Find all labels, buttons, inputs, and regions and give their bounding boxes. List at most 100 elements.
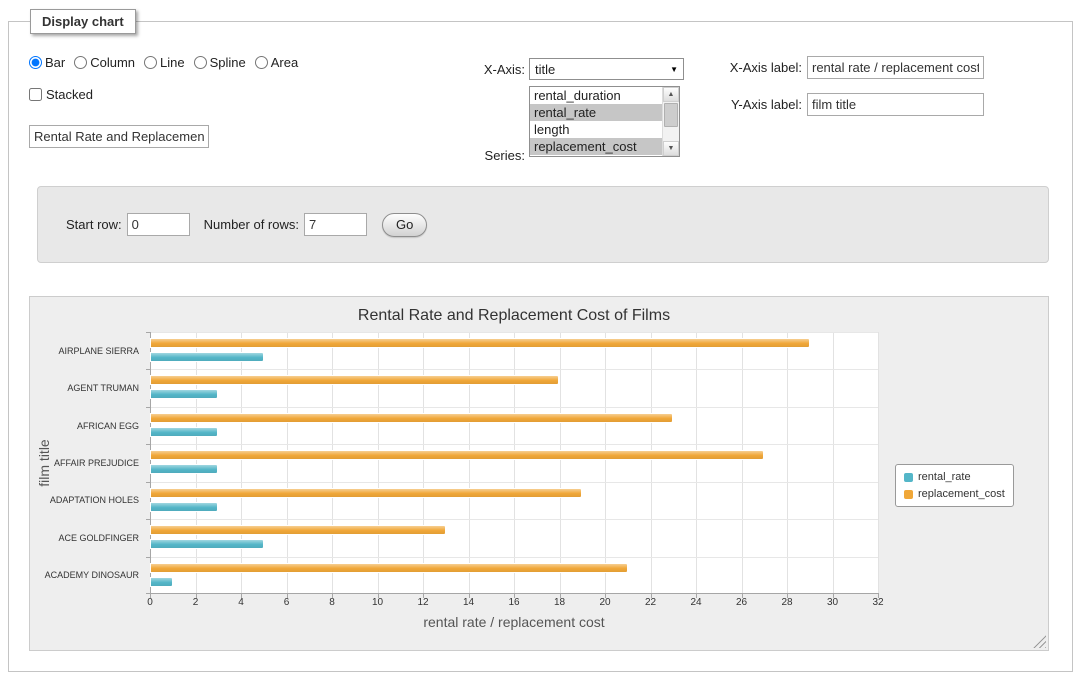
gridline-vertical [241,332,242,594]
x-tick-label: 28 [781,597,792,608]
go-button[interactable]: Go [382,213,427,237]
x-axis-label-label: X-Axis label: [649,56,802,79]
legend-swatch [904,473,913,482]
start-row-input[interactable] [127,213,190,236]
chart-type-label: Spline [210,55,246,70]
band-line [150,482,878,483]
plot-area [150,332,878,594]
legend-label: rental_rate [918,471,971,483]
bar-replacement_cost [150,450,764,460]
x-tick-label: 20 [599,597,610,608]
chart-type-radio-area[interactable] [255,56,268,69]
chart-panel: Rental Rate and Replacement Cost of Film… [29,296,1049,651]
display-chart-fieldset: Display chart BarColumnLineSplineArea St… [8,21,1073,672]
x-axis-title: rental rate / replacement cost [150,614,878,630]
num-rows-input[interactable] [304,213,367,236]
x-tick-label: 2 [193,597,199,608]
chart-type-label: Area [271,55,298,70]
bar-rental_rate [150,352,264,362]
gridline-vertical [878,332,879,594]
chart-type-radio-line[interactable] [144,56,157,69]
gridline-vertical [514,332,515,594]
chart-type-radio-bar[interactable] [29,56,42,69]
series-option-length[interactable]: length [530,121,662,138]
category-label: ACADEMY DINOSAUR [45,568,139,582]
gridline-vertical [423,332,424,594]
y-axis-line [150,332,151,594]
x-tick-label: 24 [690,597,701,608]
x-tick-label: 0 [147,597,153,608]
series-option-rental_rate[interactable]: rental_rate [530,104,662,121]
bar-replacement_cost [150,525,446,535]
legend-label: replacement_cost [918,488,1005,500]
x-tick-labels: 02468101214161820222426283032 [150,597,878,611]
gridline-vertical [651,332,652,594]
x-axis-select-value: title [530,62,555,77]
chart-type-label: Line [160,55,185,70]
bar-rental_rate [150,539,264,549]
band-line [150,332,878,333]
x-tick-label: 32 [872,597,883,608]
start-row-label: Start row: [66,217,122,232]
chart-type-radio-column[interactable] [74,56,87,69]
legend-swatch [904,490,913,499]
chart-type-option-area[interactable]: Area [255,55,298,70]
gridline-vertical [787,332,788,594]
stacked-label: Stacked [46,87,93,102]
stacked-checkbox[interactable] [29,88,42,101]
gridline-vertical [287,332,288,594]
bar-rental_rate [150,577,173,587]
bar-rental_rate [150,502,218,512]
rows-panel: Start row: Number of rows: Go [37,186,1049,263]
chart-type-option-bar[interactable]: Bar [29,55,65,70]
x-tick-label: 12 [417,597,428,608]
y-axis-label-label: Y-Axis label: [649,93,802,116]
x-axis-label-input[interactable] [807,56,984,79]
fieldset-legend: Display chart [30,9,136,34]
chart-type-group: Bar Column Line Spline Area [29,55,298,70]
bar-replacement_cost [150,563,628,573]
chart-type-option-line[interactable]: Line [144,55,185,70]
bar-replacement_cost [150,413,673,423]
gridline-vertical [605,332,606,594]
x-tick-label: 14 [463,597,474,608]
gridline-vertical [196,332,197,594]
resize-handle-icon[interactable] [1033,635,1046,648]
gridline-vertical [833,332,834,594]
series-option-replacement_cost[interactable]: replacement_cost [530,138,662,155]
x-tick-label: 8 [329,597,335,608]
chart-type-radio-spline[interactable] [194,56,207,69]
y-axis-label-input[interactable] [807,93,984,116]
category-labels: AIRPLANE SIERRAAGENT TRUMANAFRICAN EGGAF… [30,332,142,594]
bar-rental_rate [150,464,218,474]
x-tick-label: 10 [372,597,383,608]
scroll-down-icon[interactable]: ▼ [663,141,679,156]
band-line [150,407,878,408]
band-line [150,369,878,370]
category-label: AGENT TRUMAN [67,381,139,395]
x-tick-label: 16 [508,597,519,608]
legend-item-replacement_cost[interactable]: replacement_cost [904,488,1005,500]
gridline-vertical [742,332,743,594]
category-label: ADAPTATION HOLES [50,493,139,507]
gridline-vertical [696,332,697,594]
category-label: AFFAIR PREJUDICE [54,456,139,470]
category-label: ACE GOLDFINGER [58,531,139,545]
bar-replacement_cost [150,338,810,348]
series-select-label: Series: [429,144,525,167]
series-option-rental_duration[interactable]: rental_duration [530,87,662,104]
chart-title: Rental Rate and Replacement Cost of Film… [150,307,878,325]
chart-type-option-column[interactable]: Column [74,55,135,70]
chart-title-input[interactable] [29,125,209,148]
x-tick-label: 6 [284,597,290,608]
x-axis-line [150,593,879,594]
band-line [150,557,878,558]
band-line [150,444,878,445]
x-tick-label: 26 [736,597,747,608]
gridline-vertical [332,332,333,594]
chart-type-option-spline[interactable]: Spline [194,55,246,70]
bar-rental_rate [150,427,218,437]
legend-item-rental_rate[interactable]: rental_rate [904,471,1005,483]
stacked-option[interactable]: Stacked [29,87,93,102]
chart-legend: rental_rate replacement_cost [895,464,1014,507]
